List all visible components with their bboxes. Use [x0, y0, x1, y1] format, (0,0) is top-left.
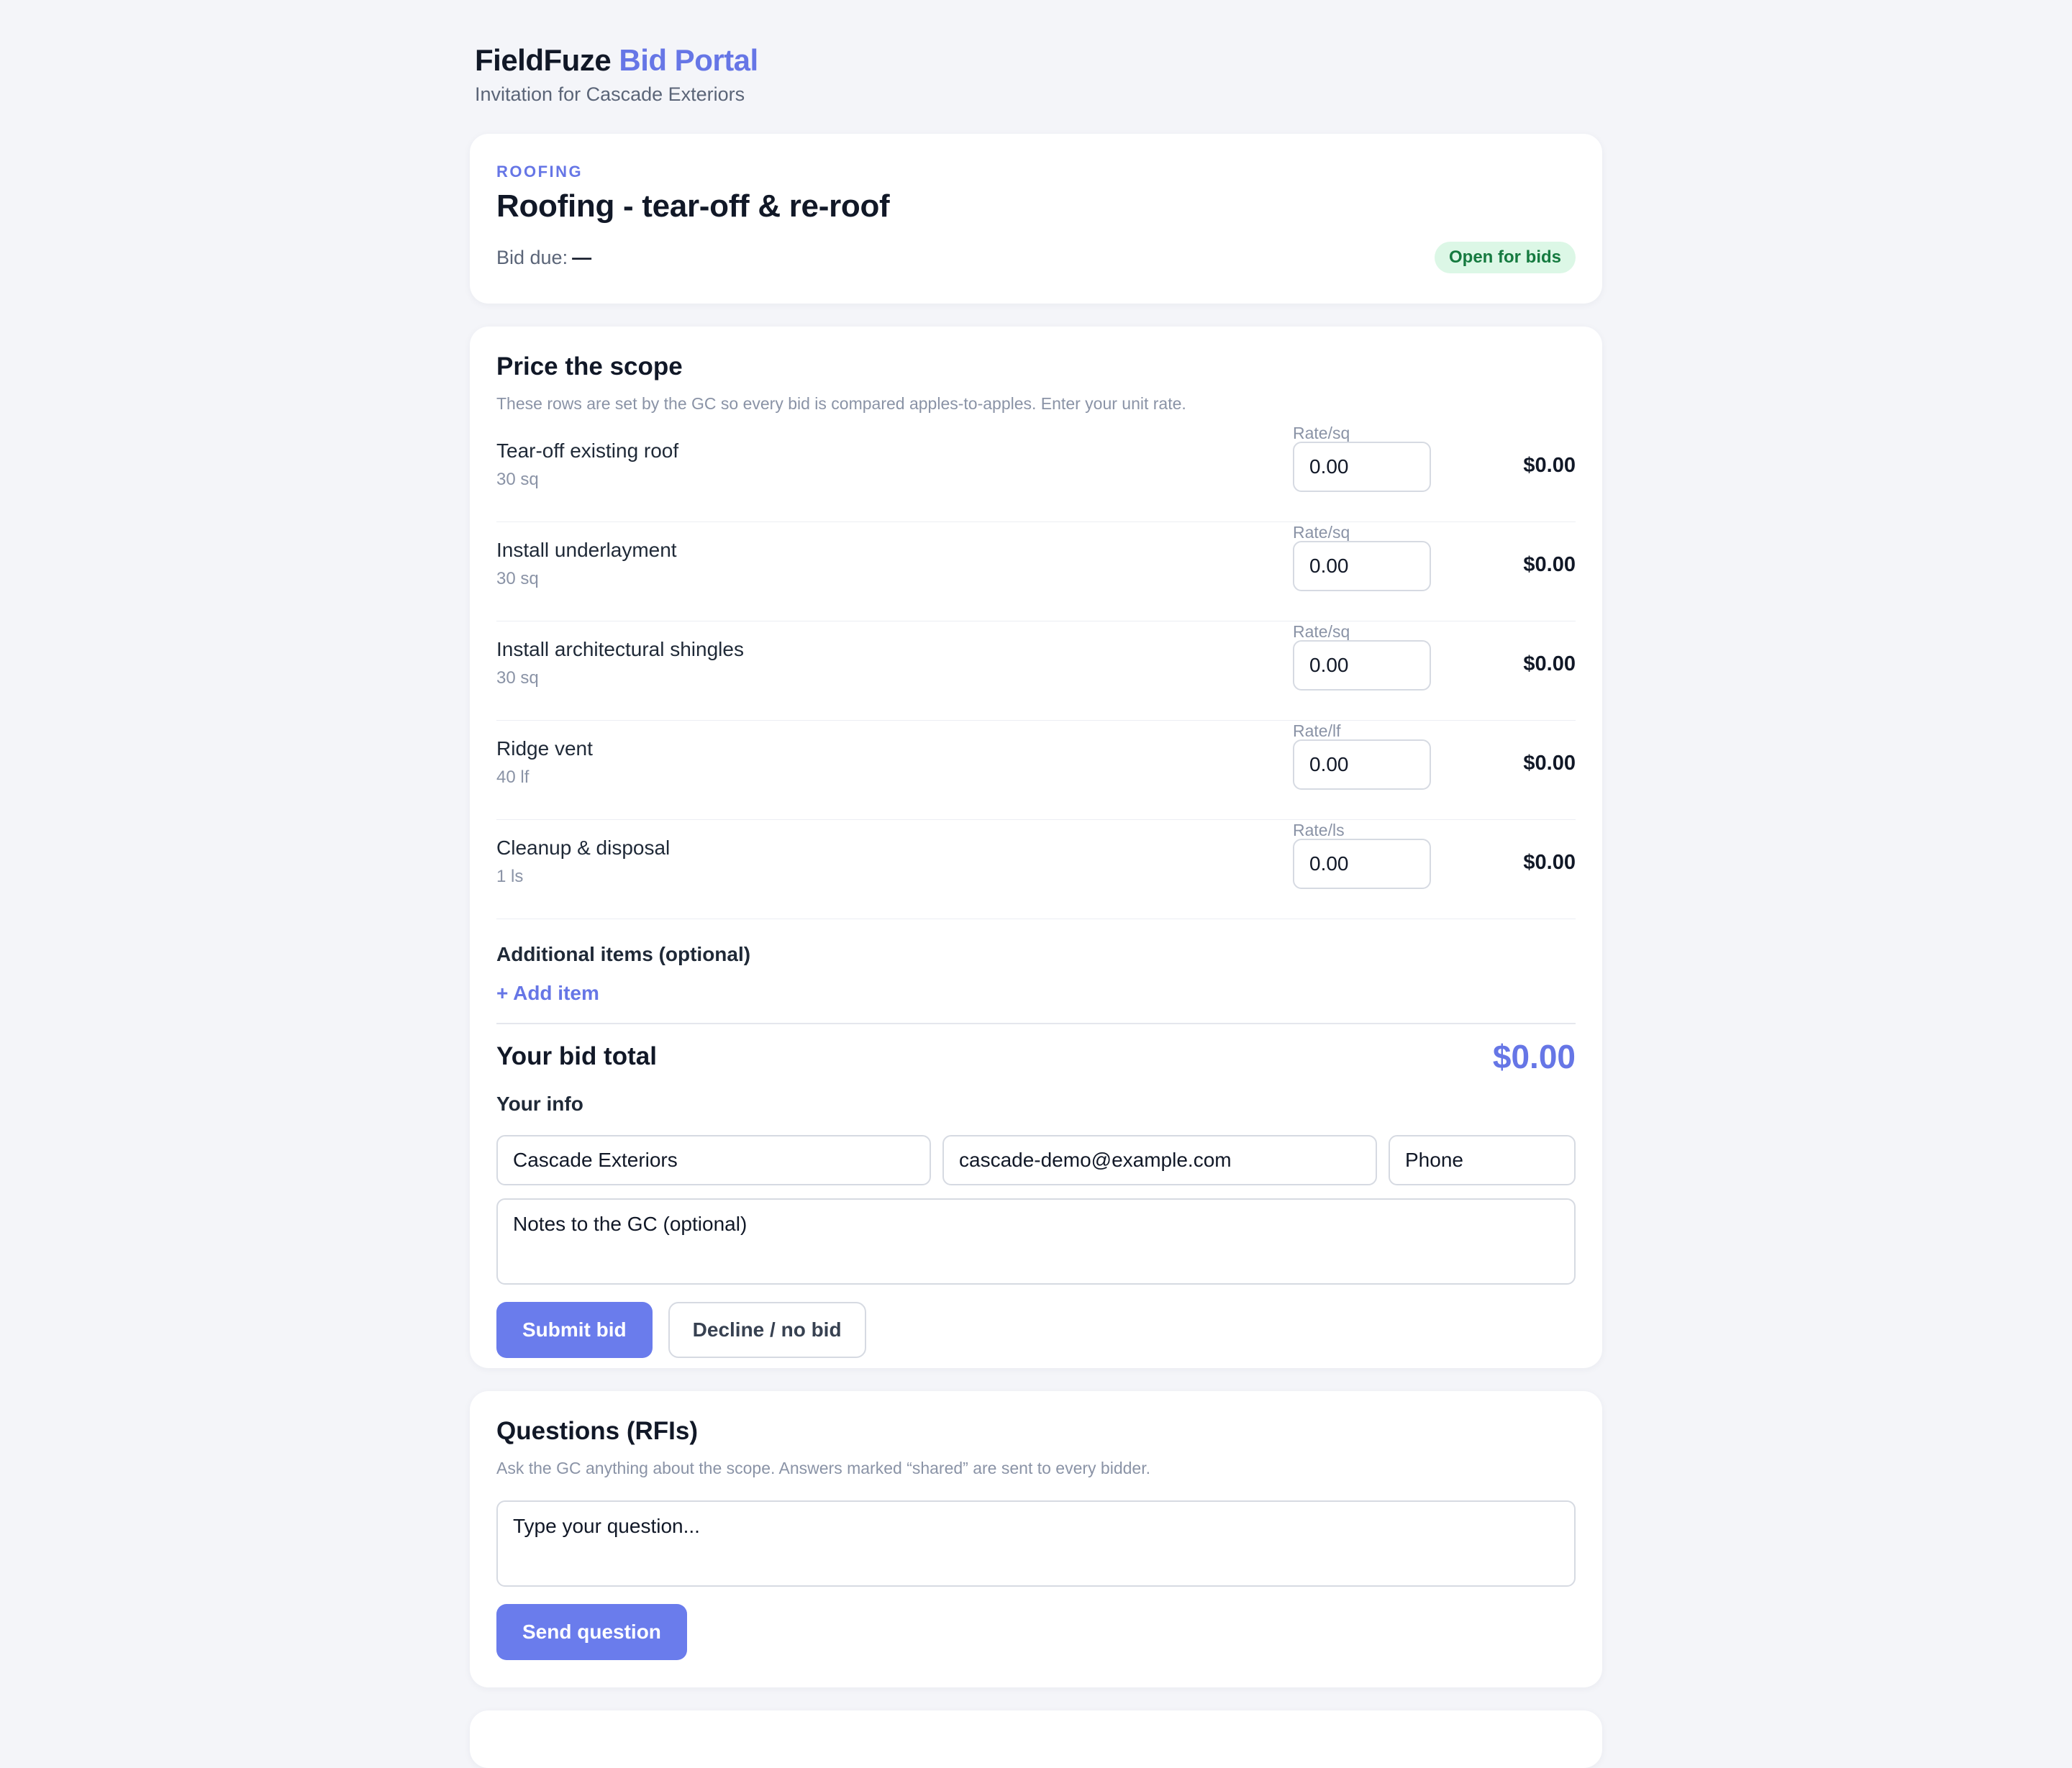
line-item-name: Cleanup & disposal [496, 837, 671, 859]
line-item-total: $0.00 [1523, 454, 1576, 477]
email-field[interactable] [942, 1135, 1377, 1185]
submit-bid-button[interactable]: Submit bid [496, 1302, 653, 1358]
bid-due: Bid due: — [496, 247, 591, 269]
bid-due-label: Bid due: [496, 246, 568, 268]
line-item-quantity: 30 sq [496, 569, 539, 588]
line-item-name: Install architectural shingles [496, 638, 744, 660]
rate-input[interactable] [1293, 541, 1431, 591]
line-item-name: Ridge vent [496, 737, 593, 760]
line-items: Tear-off existing roof30 sqRate/sq$0.00I… [496, 423, 1576, 919]
rfi-description: Ask the GC anything about the scope. Ans… [496, 1459, 1150, 1477]
brand-name: FieldFuze [475, 43, 612, 77]
line-item-quantity: 1 ls [496, 867, 524, 886]
invitation-subtitle: Invitation for Cascade Exteriors [475, 83, 745, 105]
scope-title: Price the scope [496, 352, 683, 381]
divider [496, 1023, 1576, 1024]
rate-input[interactable] [1293, 839, 1431, 889]
line-item-total: $0.00 [1523, 752, 1576, 775]
line-item-total: $0.00 [1523, 652, 1576, 675]
brand-title: FieldFuze Bid Portal [475, 42, 1602, 79]
phone-field[interactable] [1389, 1135, 1576, 1185]
bid-due-value: — [572, 246, 592, 268]
bid-total-value: $0.00 [1492, 1038, 1576, 1075]
job-card: ROOFING Roofing - tear-off & re-roof Bid… [470, 134, 1602, 304]
page: FieldFuze Bid Portal Invitation for Casc… [470, 0, 1602, 1768]
your-info-title: Your info [496, 1093, 583, 1115]
line-item: Install architectural shingles 30 sq Rate/… [496, 621, 1576, 721]
next-card [470, 1710, 1602, 1768]
rate-input[interactable] [1293, 442, 1431, 492]
line-item: Cleanup & disposal 1 ls Rate/ls $0.00 [496, 820, 1576, 919]
line-item-quantity: 30 sq [496, 470, 539, 489]
scope-description: These rows are set by the GC so every bi… [496, 394, 1186, 413]
due-row: Bid due: — Open for bids [496, 242, 1576, 273]
rfi-actions: Send question [496, 1604, 1576, 1660]
trade-label: ROOFING [496, 163, 583, 181]
line-item-quantity: 40 lf [496, 767, 530, 787]
bid-actions: Submit bid Decline / no bid [496, 1302, 1576, 1358]
rate-label: Rate/sq [1293, 424, 1350, 442]
brand-portal-label: Bid Portal [619, 43, 758, 77]
line-item-name: Tear-off existing roof [496, 439, 679, 462]
line-item-quantity: 30 sq [496, 668, 539, 688]
decline-bid-button[interactable]: Decline / no bid [668, 1302, 866, 1358]
add-item-button[interactable]: + Add item [496, 981, 599, 1006]
bid-total-row: Your bid total $0.00 [496, 1037, 1576, 1076]
status-badge: Open for bids [1435, 242, 1576, 273]
notes-field[interactable] [496, 1198, 1576, 1285]
company-name-field[interactable] [496, 1135, 931, 1185]
scope-card: Price the scope These rows are set by th… [470, 327, 1602, 1368]
line-item: Ridge vent 40 lf Rate/lf $0.00 [496, 721, 1576, 820]
rate-label: Rate/sq [1293, 523, 1350, 542]
question-field[interactable] [496, 1500, 1576, 1587]
rate-input[interactable] [1293, 640, 1431, 691]
info-fields [496, 1135, 1576, 1185]
line-item-name: Install underlayment [496, 539, 677, 561]
rate-label: Rate/lf [1293, 721, 1341, 740]
rfi-title: Questions (RFIs) [496, 1417, 699, 1445]
line-item-total: $0.00 [1523, 553, 1576, 576]
send-question-button[interactable]: Send question [496, 1604, 687, 1660]
additional-items-title: Additional items (optional) [496, 943, 751, 965]
bid-total-label: Your bid total [496, 1042, 657, 1070]
job-title: Roofing - tear-off & re-roof [496, 188, 890, 224]
line-item: Tear-off existing roof 30 sq Rate/sq $0.00 [496, 423, 1576, 522]
line-item-total: $0.00 [1523, 851, 1576, 874]
rate-label: Rate/ls [1293, 821, 1345, 839]
line-item: Install underlayment 30 sq Rate/sq $0.00 [496, 522, 1576, 621]
rfi-card: Questions (RFIs) Ask the GC anything abo… [470, 1391, 1602, 1687]
rate-input[interactable] [1293, 739, 1431, 790]
page-header: FieldFuze Bid Portal Invitation for Casc… [470, 0, 1602, 106]
rate-label: Rate/sq [1293, 622, 1350, 641]
